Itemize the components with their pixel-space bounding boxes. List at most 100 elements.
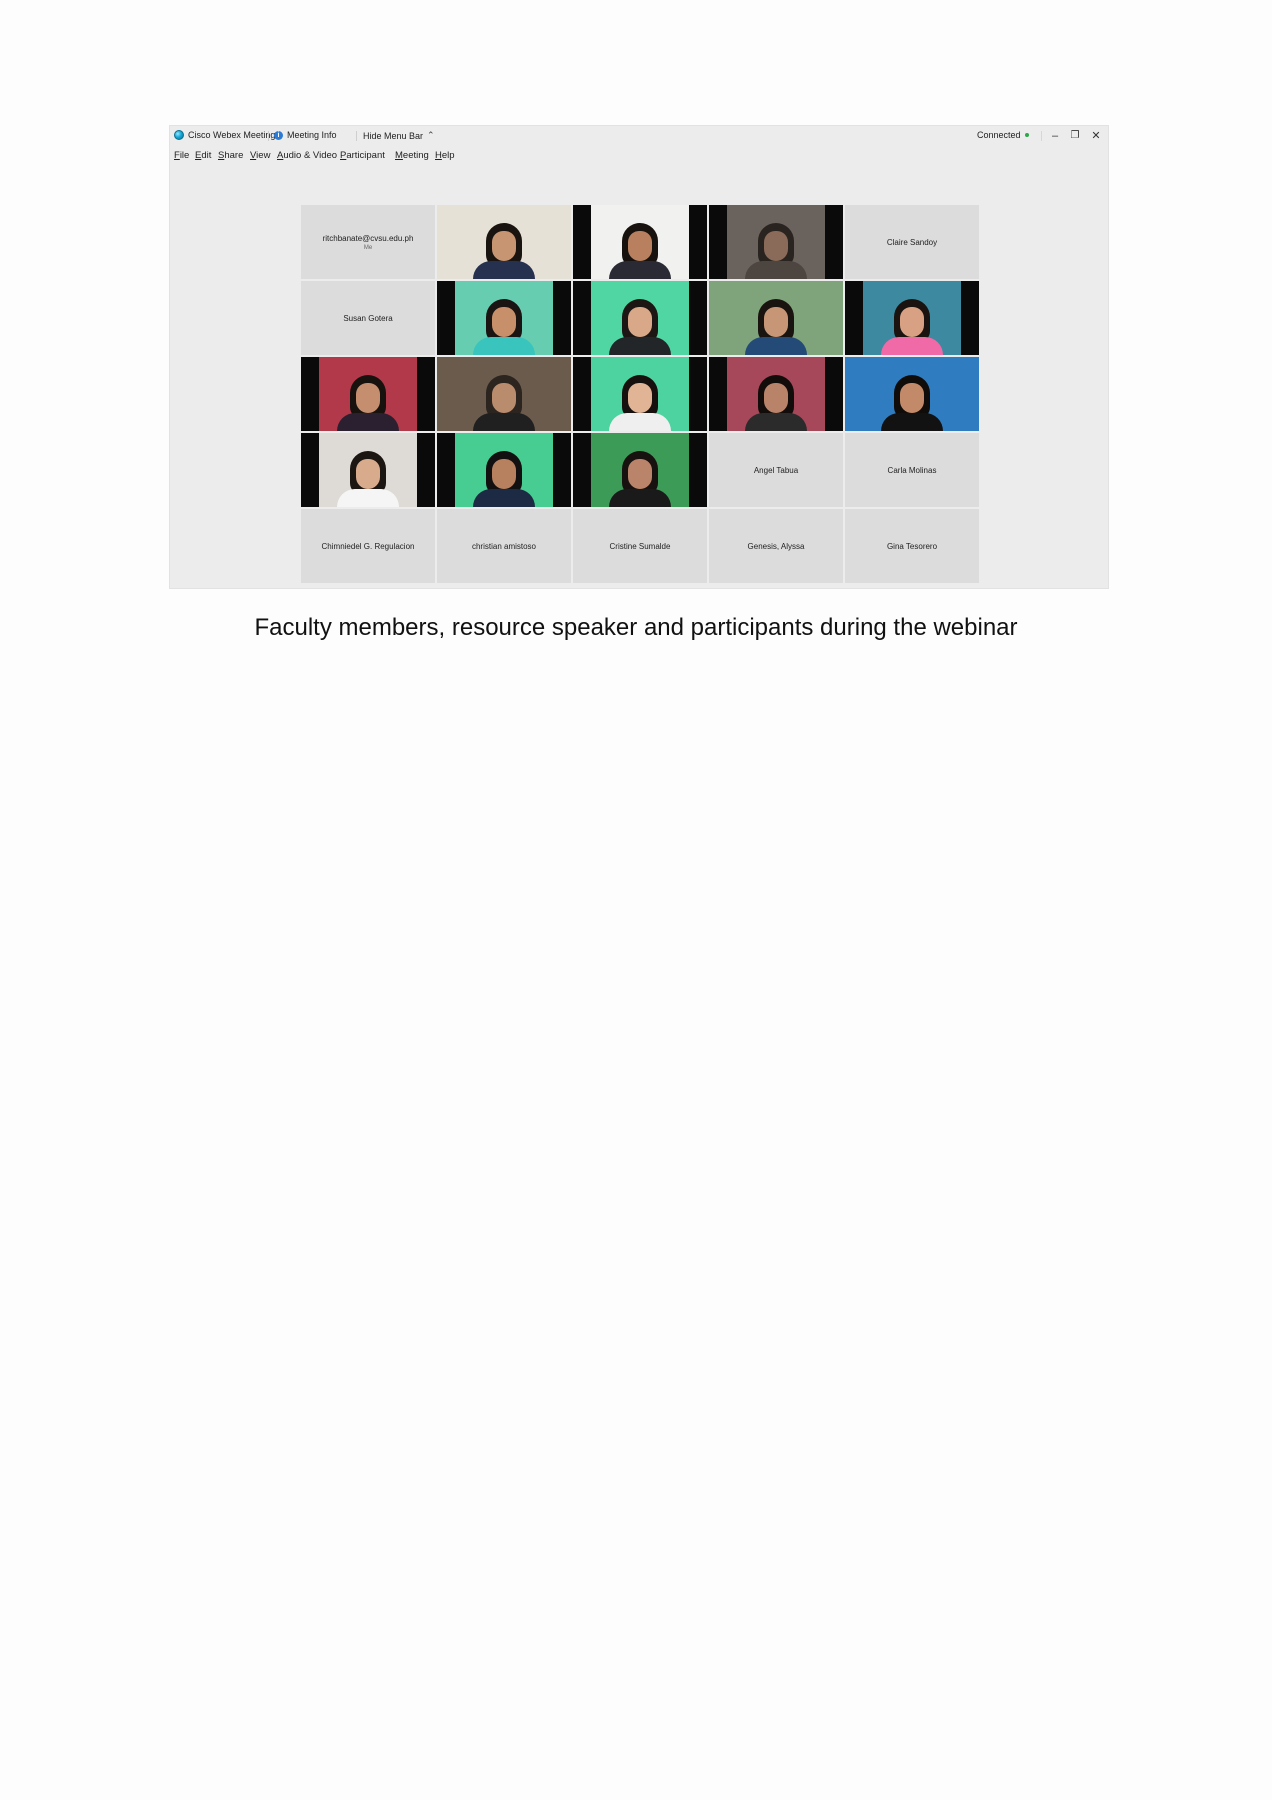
- participant-figure: [607, 293, 673, 355]
- participant-tile[interactable]: [301, 357, 435, 431]
- video-feed: [845, 357, 979, 431]
- webex-logo-icon: [174, 130, 184, 140]
- participant-tile[interactable]: Angel Tabua: [709, 433, 843, 507]
- participant-tile[interactable]: [573, 205, 707, 279]
- participant-tile[interactable]: [573, 357, 707, 431]
- connection-status-label: Connected: [977, 130, 1021, 140]
- participant-name: ritchbanate@cvsu.edu.ph: [322, 233, 414, 243]
- shoulders-shape: [745, 337, 807, 355]
- face-shape: [628, 383, 652, 413]
- shoulders-shape: [881, 413, 943, 431]
- participant-tile[interactable]: christian amistoso: [437, 509, 571, 583]
- participant-tile[interactable]: Claire Sandoy: [845, 205, 979, 279]
- participant-figure: [335, 369, 401, 431]
- participant-tile[interactable]: [301, 433, 435, 507]
- menu-label: hare: [224, 150, 244, 161]
- menu-item[interactable]: View: [250, 150, 270, 161]
- participant-tile[interactable]: [709, 281, 843, 355]
- participant-tile[interactable]: Gina Tesorero: [845, 509, 979, 583]
- face-shape: [492, 459, 516, 489]
- shoulders-shape: [609, 413, 671, 431]
- menu-label: dit: [201, 150, 212, 161]
- chevron-up-icon: ⌃: [427, 130, 435, 140]
- participant-tile[interactable]: [437, 281, 571, 355]
- info-icon: i: [274, 130, 283, 140]
- menu-label: eeting: [402, 150, 429, 161]
- participant-grid: ritchbanate@cvsu.edu.ph Me Claire Sandoy Su…: [301, 205, 979, 583]
- menu-label: udio & Video: [283, 150, 338, 161]
- shoulders-shape: [609, 489, 671, 507]
- restore-icon[interactable]: ❐: [1066, 128, 1084, 144]
- participant-tile[interactable]: [845, 357, 979, 431]
- close-icon[interactable]: ✕: [1087, 128, 1105, 144]
- participant-tile[interactable]: Cristine Sumalde: [573, 509, 707, 583]
- participant-figure: [471, 217, 537, 279]
- menu-item[interactable]: Meeting: [395, 150, 429, 161]
- menu-item[interactable]: Audio & Video: [277, 150, 337, 161]
- title-bar: Cisco Webex Meetings i Meeting Info Hide…: [170, 126, 1108, 146]
- participant-tile[interactable]: Chimniedel G. Regulacion: [301, 509, 435, 583]
- video-feed: [437, 357, 571, 431]
- menu-accelerator: H: [435, 150, 442, 161]
- webex-window: Cisco Webex Meetings i Meeting Info Hide…: [169, 125, 1109, 589]
- participant-tile[interactable]: [573, 433, 707, 507]
- minimize-icon[interactable]: –: [1046, 128, 1064, 144]
- self-label: Me: [363, 244, 373, 251]
- video-feed: [591, 357, 689, 431]
- shoulders-shape: [473, 337, 535, 355]
- video-feed: [591, 433, 689, 507]
- video-feed: [319, 433, 417, 507]
- menu-item[interactable]: File: [174, 150, 189, 161]
- participant-figure: [607, 369, 673, 431]
- face-shape: [356, 383, 380, 413]
- menu-item[interactable]: Edit: [195, 150, 211, 161]
- video-feed: [591, 281, 689, 355]
- participant-tile[interactable]: [437, 433, 571, 507]
- shoulders-shape: [745, 261, 807, 279]
- participant-tile[interactable]: [709, 357, 843, 431]
- participant-tile[interactable]: Susan Gotera: [301, 281, 435, 355]
- participant-tile[interactable]: [437, 357, 571, 431]
- figure-caption: Faculty members, resource speaker and pa…: [254, 614, 1018, 641]
- face-shape: [764, 307, 788, 337]
- participant-figure: [335, 445, 401, 507]
- video-feed: [437, 205, 571, 279]
- participant-tile[interactable]: Genesis, Alyssa: [709, 509, 843, 583]
- shoulders-shape: [337, 489, 399, 507]
- shoulders-shape: [473, 489, 535, 507]
- meeting-info-button[interactable]: i Meeting Info: [274, 130, 337, 140]
- meeting-info-label: Meeting Info: [287, 130, 337, 140]
- menu-label: elp: [441, 150, 455, 161]
- menu-accelerator: M: [395, 150, 403, 161]
- menu-item[interactable]: Share: [218, 150, 243, 161]
- face-shape: [628, 231, 652, 261]
- participant-tile[interactable]: [845, 281, 979, 355]
- shoulders-shape: [473, 261, 535, 279]
- participant-name: Claire Sandoy: [886, 237, 938, 247]
- participant-tile[interactable]: [709, 205, 843, 279]
- participant-tile[interactable]: [573, 281, 707, 355]
- video-feed: [727, 205, 825, 279]
- participant-name: Carla Molinas: [887, 465, 937, 475]
- hide-menu-bar-button[interactable]: Hide Menu Bar ⌃: [363, 130, 435, 141]
- menu-label: ile: [179, 150, 190, 161]
- menu-item[interactable]: Help: [435, 150, 455, 161]
- participant-name: Genesis, Alyssa: [747, 541, 805, 551]
- participant-tile[interactable]: ritchbanate@cvsu.edu.ph Me: [301, 205, 435, 279]
- participant-figure: [743, 217, 809, 279]
- face-shape: [628, 307, 652, 337]
- participant-tile[interactable]: Carla Molinas: [845, 433, 979, 507]
- video-feed: [727, 357, 825, 431]
- menu-item[interactable]: Participant: [340, 150, 385, 161]
- participant-name: christian amistoso: [471, 541, 537, 551]
- app-title[interactable]: Cisco Webex Meetings: [174, 130, 280, 140]
- participant-name: Gina Tesorero: [886, 541, 938, 551]
- status-dot-icon: [1024, 133, 1029, 137]
- shoulders-shape: [337, 413, 399, 431]
- shoulders-shape: [745, 413, 807, 431]
- face-shape: [492, 307, 516, 337]
- menu-bar: File Edit Share View Audio & Video Participan…: [170, 146, 1108, 164]
- shoulders-shape: [609, 337, 671, 355]
- participant-tile[interactable]: [437, 205, 571, 279]
- title-separator: [356, 131, 357, 141]
